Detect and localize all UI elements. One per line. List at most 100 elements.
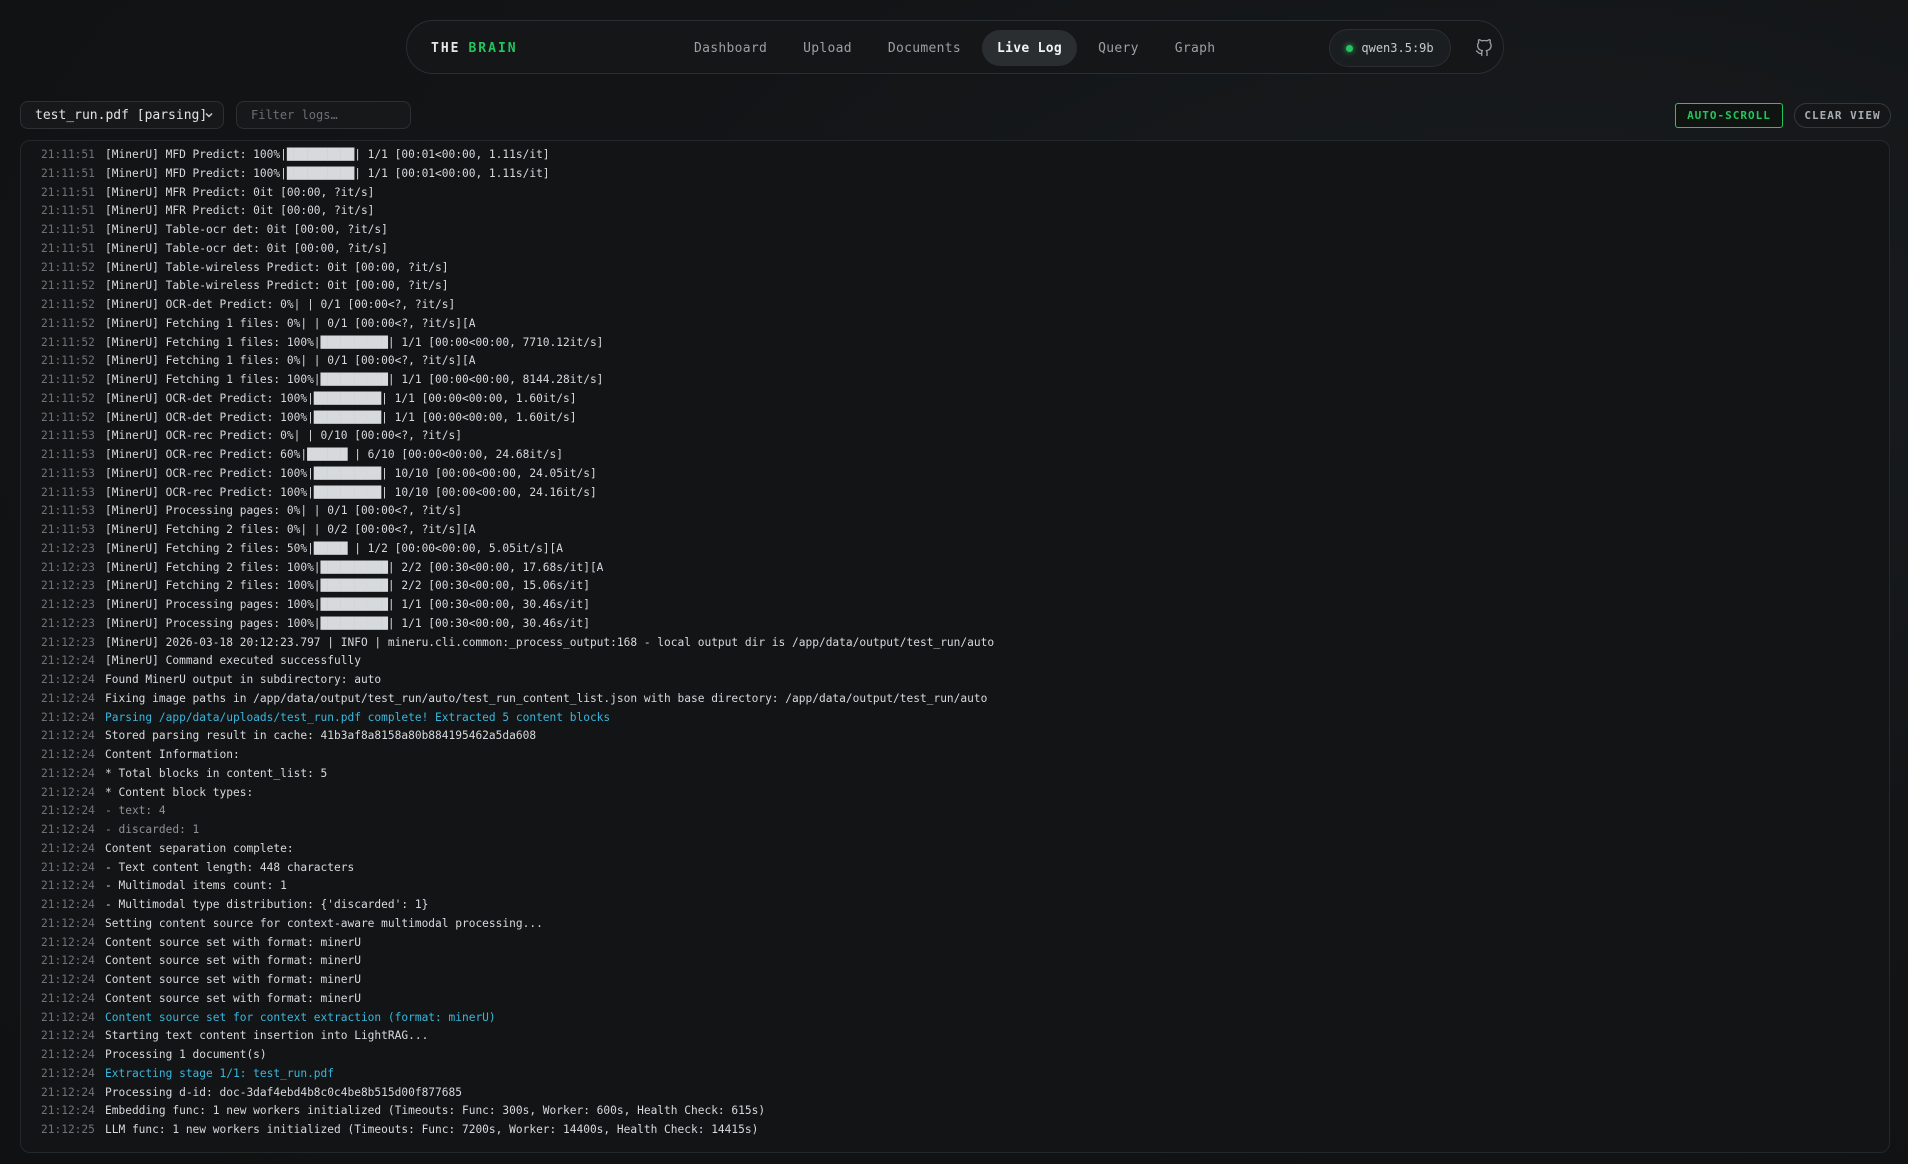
log-row: 21:12:23 [MinerU] 2026-03-18 20:12:23.797… bbox=[21, 634, 1889, 653]
tab-upload[interactable]: Upload bbox=[788, 30, 867, 66]
log-source-select[interactable]: test_run.pdf [parsing] bbox=[20, 101, 224, 129]
log-timestamp: 21:12:23 bbox=[41, 635, 95, 649]
log-message: [MinerU] Processing pages: 0%| | 0/1 [00… bbox=[105, 504, 462, 518]
log-row: 21:12:24 * Total blocks in content_list: … bbox=[21, 765, 1889, 784]
log-source-value: test_run.pdf [parsing] bbox=[35, 107, 208, 123]
log-row: 21:12:24 Content source set with format: … bbox=[21, 952, 1889, 971]
log-list: 21:11:51 [MinerU] MFD Predict: 100%|█████… bbox=[21, 146, 1889, 1140]
log-message: [MinerU] Processing pages: 100%|████████… bbox=[105, 616, 590, 630]
log-timestamp: 21:12:24 bbox=[41, 991, 95, 1005]
tab-query[interactable]: Query bbox=[1083, 30, 1154, 66]
log-message: [MinerU] Processing pages: 100%|████████… bbox=[105, 598, 590, 611]
log-message: * Total blocks in content_list: 5 bbox=[105, 766, 328, 780]
log-message: Content source set with format: minerU bbox=[105, 991, 361, 1005]
log-timestamp: 21:11:52 bbox=[41, 410, 95, 424]
log-timestamp: 21:11:51 bbox=[41, 204, 95, 218]
log-message: Content source set with format: minerU bbox=[105, 954, 361, 968]
log-message: - Multimodal items count: 1 bbox=[105, 879, 287, 893]
log-message: [MinerU] OCR-det Predict: 100%|█████████… bbox=[105, 410, 577, 424]
log-row: 21:12:24 - Multimodal type distribution: … bbox=[21, 896, 1889, 915]
log-timestamp: 21:11:53 bbox=[41, 485, 95, 499]
log-message: [MinerU] Fetching 1 files: 0%| | 0/1 [00… bbox=[105, 354, 476, 368]
log-message: [MinerU] MFR Predict: 0it [00:00, ?it/s] bbox=[105, 185, 375, 199]
log-row: 21:12:24 Content source set with format: … bbox=[21, 971, 1889, 990]
log-timestamp: 21:11:53 bbox=[41, 429, 95, 443]
log-message: Processing 1 document(s) bbox=[105, 1048, 267, 1061]
log-timestamp: 21:12:23 bbox=[41, 560, 95, 574]
log-row: 21:11:53 [MinerU] OCR-rec Predict: 100%|█… bbox=[21, 465, 1889, 484]
log-row: 21:11:52 [MinerU] OCR-det Predict: 0%| | … bbox=[21, 296, 1889, 315]
log-row: 21:11:53 [MinerU] OCR-rec Predict: 60%|██… bbox=[21, 446, 1889, 465]
top-navigation: THE BRAIN Dashboard Upload Documents Liv… bbox=[406, 20, 1504, 74]
log-message: [MinerU] Fetching 1 files: 100%|████████… bbox=[105, 335, 604, 349]
brand-logo[interactable]: THE BRAIN bbox=[431, 21, 518, 75]
log-row: 21:12:25 LLM func: 1 new workers initiali… bbox=[21, 1121, 1889, 1140]
log-row: 21:11:51 [MinerU] MFR Predict: 0it [00:00… bbox=[21, 202, 1889, 221]
log-timestamp: 21:11:52 bbox=[41, 391, 95, 405]
log-row: 21:11:53 [MinerU] OCR-rec Predict: 0%| | … bbox=[21, 427, 1889, 446]
log-message: Found MinerU output in subdirectory: aut… bbox=[105, 673, 382, 686]
log-timestamp: 21:12:24 bbox=[41, 954, 95, 968]
log-message: Setting content source for context-aware… bbox=[105, 916, 543, 930]
log-message: Content separation complete: bbox=[105, 841, 294, 855]
log-panel[interactable]: 21:11:51 [MinerU] MFD Predict: 100%|█████… bbox=[20, 140, 1890, 1153]
log-timestamp: 21:11:52 bbox=[41, 298, 95, 311]
log-row: 21:11:53 [MinerU] Processing pages: 0%| |… bbox=[21, 502, 1889, 521]
log-message: Parsing /app/data/uploads/test_run.pdf c… bbox=[105, 710, 611, 724]
log-row: 21:11:53 [MinerU] OCR-rec Predict: 100%|█… bbox=[21, 484, 1889, 503]
log-timestamp: 21:12:24 bbox=[41, 935, 95, 949]
log-timestamp: 21:12:24 bbox=[41, 916, 95, 930]
auto-scroll-button[interactable]: AUTO-SCROLL bbox=[1675, 103, 1783, 128]
log-message: * Content block types: bbox=[105, 785, 254, 799]
log-timestamp: 21:12:24 bbox=[41, 1104, 95, 1118]
log-row: 21:12:24 Content source set with format: … bbox=[21, 934, 1889, 953]
log-message: [MinerU] Command executed successfully bbox=[105, 654, 361, 668]
log-row: 21:11:52 [MinerU] OCR-det Predict: 100%|█… bbox=[21, 409, 1889, 428]
log-row: 21:11:52 [MinerU] Fetching 1 files: 100%|… bbox=[21, 334, 1889, 353]
log-timestamp: 21:12:24 bbox=[41, 654, 95, 668]
status-dot-icon bbox=[1346, 44, 1354, 52]
log-timestamp: 21:12:24 bbox=[41, 1066, 95, 1080]
log-timestamp: 21:12:24 bbox=[41, 729, 95, 743]
filter-logs-input[interactable] bbox=[236, 101, 411, 129]
log-message: Content source set with format: minerU bbox=[105, 935, 361, 949]
github-icon[interactable] bbox=[1471, 35, 1497, 61]
log-row: 21:12:23 [MinerU] Processing pages: 100%|… bbox=[21, 596, 1889, 615]
log-timestamp: 21:12:24 bbox=[41, 1029, 95, 1043]
log-timestamp: 21:12:23 bbox=[41, 579, 95, 593]
log-row: 21:12:24 Content Information: bbox=[21, 746, 1889, 765]
log-message: [MinerU] MFR Predict: 0it [00:00, ?it/s] bbox=[105, 204, 375, 218]
tab-documents[interactable]: Documents bbox=[873, 30, 976, 66]
log-row: 21:12:24 Stored parsing result in cache: … bbox=[21, 727, 1889, 746]
log-row: 21:11:52 [MinerU] Fetching 1 files: 100%|… bbox=[21, 371, 1889, 390]
log-row: 21:12:24 Embedding func: 1 new workers in… bbox=[21, 1102, 1889, 1121]
log-row: 21:12:24 Content separation complete: bbox=[21, 840, 1889, 859]
log-message: Embedding func: 1 new workers initialize… bbox=[105, 1104, 766, 1118]
log-timestamp: 21:12:24 bbox=[41, 823, 95, 836]
log-message: - Text content length: 448 characters bbox=[105, 860, 355, 874]
model-status-pill[interactable]: qwen3.5:9b bbox=[1329, 29, 1451, 67]
log-row: 21:12:24 Extracting stage 1/1: test_run.p… bbox=[21, 1065, 1889, 1084]
tab-graph[interactable]: Graph bbox=[1160, 30, 1231, 66]
log-timestamp: 21:12:24 bbox=[41, 1048, 95, 1061]
log-row: 21:12:24 - discarded: 1 bbox=[21, 821, 1889, 840]
log-message: [MinerU] OCR-det Predict: 100%|█████████… bbox=[105, 391, 577, 405]
log-row: 21:12:24 Setting content source for conte… bbox=[21, 915, 1889, 934]
tab-dashboard[interactable]: Dashboard bbox=[679, 30, 782, 66]
log-row: 21:12:24 Content source set with format: … bbox=[21, 990, 1889, 1009]
log-row: 21:12:24 - text: 4 bbox=[21, 802, 1889, 821]
log-message: [MinerU] OCR-det Predict: 0%| | 0/1 [00:… bbox=[105, 298, 456, 311]
log-timestamp: 21:12:24 bbox=[41, 766, 95, 780]
log-timestamp: 21:12:24 bbox=[41, 1085, 95, 1099]
brand-accent: BRAIN bbox=[468, 40, 518, 56]
log-timestamp: 21:11:52 bbox=[41, 316, 95, 330]
log-row: 21:11:52 [MinerU] Table-wireless Predict:… bbox=[21, 277, 1889, 296]
log-timestamp: 21:11:53 bbox=[41, 523, 95, 536]
tab-live-log[interactable]: Live Log bbox=[982, 30, 1078, 66]
log-row: 21:12:24 Parsing /app/data/uploads/test_r… bbox=[21, 709, 1889, 728]
log-timestamp: 21:11:52 bbox=[41, 279, 95, 293]
clear-view-button[interactable]: CLEAR VIEW bbox=[1794, 103, 1891, 128]
log-row: 21:12:24 [MinerU] Command executed succes… bbox=[21, 652, 1889, 671]
log-timestamp: 21:12:24 bbox=[41, 785, 95, 799]
log-row: 21:12:24 Content source set for context e… bbox=[21, 1009, 1889, 1028]
